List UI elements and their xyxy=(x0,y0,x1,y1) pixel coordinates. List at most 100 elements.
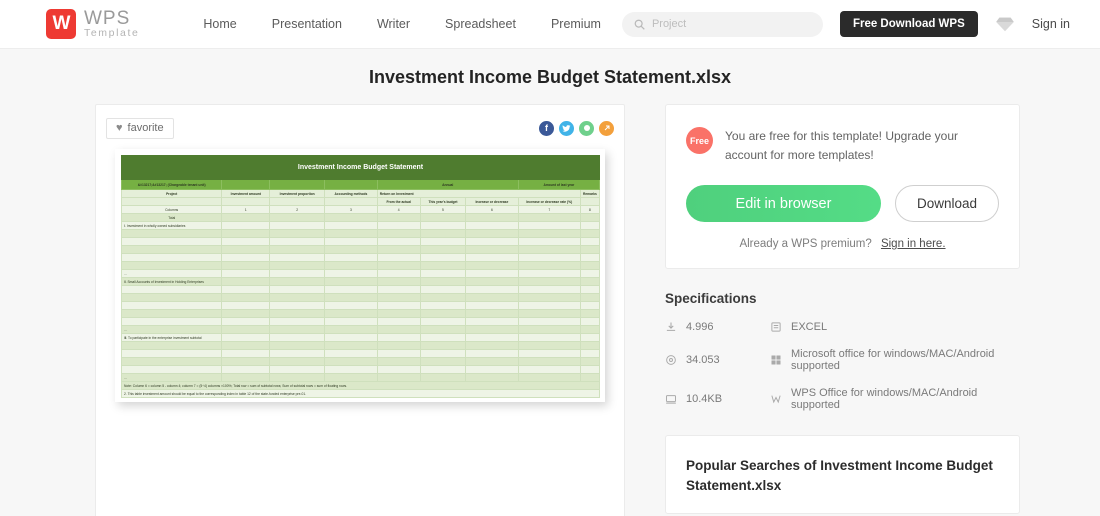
columns-label: Columns xyxy=(120,205,223,214)
cell xyxy=(419,277,467,286)
header-accounting-methods: Accounting methods xyxy=(324,189,378,198)
section-label-3: Ⅲ. To participate in the enterprise inve… xyxy=(120,333,223,342)
cell xyxy=(465,229,519,238)
cell xyxy=(517,245,581,254)
nav-item-writer[interactable]: Writer xyxy=(377,17,410,31)
twitter-icon[interactable] xyxy=(559,120,574,136)
cell xyxy=(120,237,223,246)
cell xyxy=(324,285,378,294)
nav-item-presentation[interactable]: Presentation xyxy=(272,17,342,31)
sheet-subheader-row: Project Investment amount Investment pro… xyxy=(120,189,601,198)
premium-prompt: Already a WPS premium? xyxy=(739,238,872,251)
cell xyxy=(324,365,378,374)
whatsapp-icon[interactable] xyxy=(579,120,594,136)
header-actions: Free Download WPS Sign in xyxy=(621,11,1070,37)
cell xyxy=(120,357,223,366)
header-lastyear-group: Amount of last year xyxy=(517,179,601,190)
cell xyxy=(517,213,581,222)
cell xyxy=(419,253,467,262)
cell xyxy=(465,245,519,254)
cell xyxy=(120,285,223,294)
cell xyxy=(376,261,421,270)
cell xyxy=(376,373,421,382)
table-row xyxy=(120,365,601,374)
nav-item-premium[interactable]: Premium xyxy=(551,17,601,31)
free-download-wps-button[interactable]: Free Download WPS xyxy=(839,11,978,37)
action-buttons: Edit in browser Download xyxy=(686,185,999,223)
nav-item-spreadsheet[interactable]: Spreadsheet xyxy=(445,17,516,31)
header-blank-1 xyxy=(221,179,271,190)
cell xyxy=(269,213,326,222)
sheet-leafheader-row: From the actual This year's budget Incre… xyxy=(120,197,601,206)
sheet-ellipsis-row-2: ... xyxy=(120,325,601,334)
spreadsheet-preview[interactable]: Investment Income Budget Statement &#132… xyxy=(115,149,605,402)
leaf-blank-3 xyxy=(269,197,326,206)
cell xyxy=(221,237,271,246)
cell xyxy=(324,229,378,238)
cell xyxy=(269,333,326,342)
wps-logo[interactable]: W WPS Template xyxy=(46,8,140,40)
cell xyxy=(465,277,519,286)
table-row xyxy=(120,309,601,318)
cell xyxy=(376,309,421,318)
cell xyxy=(465,317,519,326)
favorite-button[interactable]: ♥ favorite xyxy=(106,117,174,139)
cell xyxy=(465,237,519,246)
cell xyxy=(376,221,421,230)
cell xyxy=(465,309,519,318)
edit-in-browser-button[interactable]: Edit in browser xyxy=(686,185,881,223)
header-return-on-investment: Return on Investment xyxy=(376,189,581,198)
cell xyxy=(517,333,581,342)
cell xyxy=(579,365,601,374)
nav-item-home[interactable]: Home xyxy=(203,17,236,31)
cell xyxy=(517,301,581,310)
spec-wps-value: WPS Office for windows/MAC/Android suppo… xyxy=(791,387,978,412)
search-box[interactable] xyxy=(621,11,823,37)
premium-signin-link[interactable]: Sign in here. xyxy=(881,238,946,250)
cell xyxy=(376,333,421,342)
sheet-title: Investment Income Budget Statement xyxy=(121,155,600,180)
spec-filesize-value: 10.4KB xyxy=(686,393,723,406)
share-link-icon[interactable] xyxy=(599,120,614,136)
site-header: W WPS Template Home Presentation Writer … xyxy=(0,0,1100,49)
cell xyxy=(324,317,378,326)
cell xyxy=(221,293,271,302)
sheet-columns-row: Columns 1 2 3 4 5 6 7 8 xyxy=(120,205,601,214)
sign-in-link[interactable]: Sign in xyxy=(1032,17,1070,31)
cell xyxy=(465,349,519,358)
search-input[interactable] xyxy=(651,18,811,30)
section-label-2: Ⅱ. Small Accounts of Investment in Holdi… xyxy=(120,277,223,286)
facebook-icon[interactable]: f xyxy=(539,120,554,136)
popular-searches-card: Popular Searches of Investment Income Bu… xyxy=(665,435,1020,514)
cell xyxy=(221,261,271,270)
diamond-icon[interactable] xyxy=(995,16,1015,32)
cell xyxy=(419,349,467,358)
cell xyxy=(465,357,519,366)
spec-filesize: 10.4KB xyxy=(665,387,770,411)
cell xyxy=(376,213,421,222)
sheet-note-row-1: Note: Column 6 = column 5 - column 4; co… xyxy=(121,381,600,390)
cell xyxy=(324,373,378,382)
download-button[interactable]: Download xyxy=(895,185,999,223)
cell xyxy=(465,333,519,342)
cell xyxy=(324,341,378,350)
cell xyxy=(120,349,223,358)
sidebar-actions: Free You are free for this template! Upg… xyxy=(665,104,1020,516)
cell xyxy=(324,301,378,310)
cell xyxy=(579,245,601,254)
total-label: Total xyxy=(120,213,223,222)
cell xyxy=(517,309,581,318)
cell xyxy=(419,237,467,246)
header-annual-group: Annual xyxy=(376,179,519,190)
table-row xyxy=(120,317,601,326)
table-row xyxy=(120,237,601,246)
cell xyxy=(221,365,271,374)
cell xyxy=(221,253,271,262)
wps-logo-subtitle: Template xyxy=(84,27,140,40)
cell xyxy=(269,309,326,318)
cell xyxy=(269,341,326,350)
wps-icon xyxy=(771,395,781,404)
main-content: ♥ favorite f Investment Income Budget St… xyxy=(0,104,1100,516)
cell xyxy=(579,269,601,278)
cell xyxy=(376,349,421,358)
